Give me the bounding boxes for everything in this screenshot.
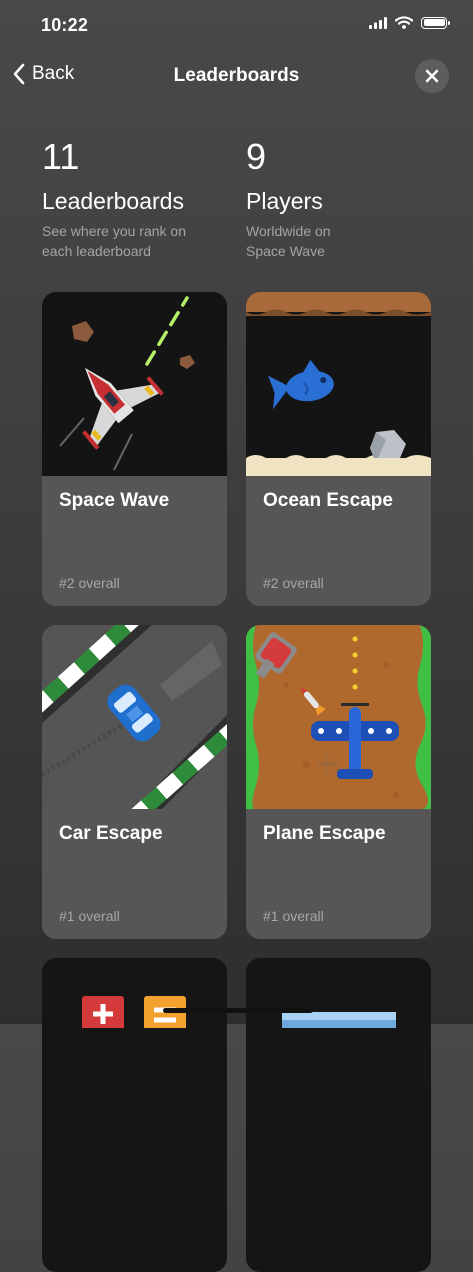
- status-bar: 10:22: [0, 0, 473, 50]
- close-icon: [425, 69, 439, 83]
- stat-value: 11: [42, 136, 80, 177]
- plane-escape-artwork: [246, 625, 431, 809]
- card-title: Plane Escape: [263, 823, 386, 844]
- leaderboard-card-plane-escape[interactable]: Plane Escape #1 overall: [246, 625, 431, 939]
- card-rank: #2 overall: [59, 575, 120, 591]
- card-title: Ocean Escape: [263, 490, 393, 511]
- ocean-escape-artwork: [246, 292, 431, 476]
- card-rank: #1 overall: [263, 908, 324, 924]
- stat-players: 9 Players Worldwide on Space Wave: [246, 138, 331, 261]
- leaderboard-card-ocean-escape[interactable]: Ocean Escape #2 overall: [246, 292, 431, 606]
- stat-label: Leaderboards: [42, 188, 184, 214]
- partial-right-artwork: [282, 1012, 396, 1028]
- card-title: Space Wave: [59, 490, 170, 511]
- wifi-icon: [395, 16, 413, 29]
- home-indicator[interactable]: [163, 1008, 313, 1013]
- leaderboard-card-partial-right[interactable]: [246, 958, 431, 1272]
- leaderboard-card-partial-left[interactable]: [42, 958, 227, 1272]
- card-rank: #1 overall: [59, 908, 120, 924]
- card-rank: #2 overall: [263, 575, 324, 591]
- stat-description: Worldwide on Space Wave: [246, 223, 331, 259]
- leaderboard-card-car-escape[interactable]: Car Escape #1 overall: [42, 625, 227, 939]
- signal-icon: [369, 16, 387, 29]
- stat-value: 9: [246, 136, 267, 177]
- partial-left-artwork: [82, 996, 186, 1028]
- leaderboard-card-space-wave[interactable]: Space Wave #2 overall: [42, 292, 227, 606]
- battery-icon: [421, 16, 450, 29]
- card-title: Car Escape: [59, 823, 163, 844]
- page-title: Leaderboards: [173, 65, 300, 86]
- close-button[interactable]: [415, 59, 449, 93]
- nav-bar: Back Leaderboards: [0, 52, 473, 100]
- stat-description: See where you rank on each leaderboard: [42, 223, 186, 259]
- stat-label: Players: [246, 188, 323, 214]
- space-wave-artwork: [42, 292, 227, 476]
- stat-leaderboards: 11 Leaderboards See where you rank on ea…: [42, 138, 186, 261]
- car-escape-artwork: [42, 625, 227, 809]
- status-time: 10:22: [41, 15, 89, 35]
